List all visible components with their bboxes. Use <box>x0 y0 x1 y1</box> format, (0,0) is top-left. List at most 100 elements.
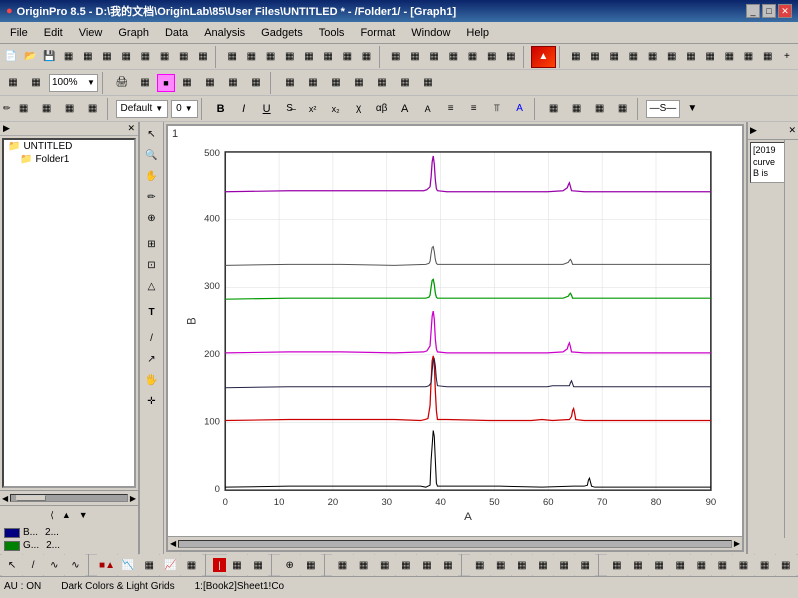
bb-btn-35[interactable]: ▦ <box>776 554 796 576</box>
graph-scroll-left[interactable]: ◀ <box>168 539 178 548</box>
project-folder[interactable]: 📁 Folder1 <box>4 153 134 166</box>
tb2-btn-14[interactable]: ▦ <box>394 72 416 94</box>
tb-btn-20[interactable]: ▦ <box>387 46 405 68</box>
fmt-btn-4[interactable]: ▦ <box>82 98 104 120</box>
decrease-font-button[interactable]: A <box>417 98 439 120</box>
tb-btn-29[interactable]: ▦ <box>605 46 623 68</box>
mask-tool[interactable]: △ <box>142 276 162 296</box>
bb-btn-23[interactable]: ▦ <box>512 554 532 576</box>
bb-btn-31[interactable]: ▦ <box>691 554 711 576</box>
strikethrough-button[interactable]: S̶ <box>279 98 301 120</box>
zoom-tool[interactable]: 🔍 <box>142 145 162 165</box>
menu-analysis[interactable]: Analysis <box>196 23 253 43</box>
bb-btn-9[interactable]: ▦ <box>181 554 201 576</box>
bb-btn-12[interactable]: ▦ <box>248 554 268 576</box>
font-selector[interactable]: Default ▼ <box>116 100 169 118</box>
tb2-btn-6[interactable]: ▦ <box>199 72 221 94</box>
tb-btn-17[interactable]: ▦ <box>319 46 337 68</box>
fmt-btn-extra-3[interactable]: ▦ <box>589 98 611 120</box>
right-vscroll[interactable] <box>784 140 798 538</box>
bb-btn-32[interactable]: ▦ <box>712 554 732 576</box>
tb2-btn-9[interactable]: ▦ <box>279 72 301 94</box>
menu-format[interactable]: Format <box>352 23 403 43</box>
style-input[interactable]: —S— <box>646 100 681 118</box>
bb-btn-16[interactable]: ▦ <box>354 554 374 576</box>
tb-btn-34[interactable]: ▦ <box>701 46 719 68</box>
font-dropdown-icon[interactable]: ▼ <box>155 104 163 113</box>
tb-btn-33[interactable]: ▦ <box>682 46 700 68</box>
bb-btn-5[interactable]: ■▲ <box>97 554 117 576</box>
tb-btn-16[interactable]: ▦ <box>300 46 318 68</box>
menu-edit[interactable]: Edit <box>36 23 71 43</box>
menu-file[interactable]: File <box>2 23 36 43</box>
tb-btn-32[interactable]: ▦ <box>663 46 681 68</box>
increase-font-button[interactable]: A <box>394 98 416 120</box>
menu-gadgets[interactable]: Gadgets <box>253 23 311 43</box>
pointer-tool[interactable]: ↖ <box>142 124 162 144</box>
tb2-btn-3[interactable]: ▦ <box>134 72 156 94</box>
print-button[interactable]: 🖨 <box>111 72 133 94</box>
bb-btn-27[interactable]: ▦ <box>607 554 627 576</box>
new-button[interactable]: 📄 <box>2 46 20 68</box>
bb-btn-3[interactable]: ∿ <box>44 554 64 576</box>
fmt-btn-2[interactable]: ▦ <box>36 98 58 120</box>
move-tool[interactable]: ✛ <box>142 391 162 411</box>
tb-btn-31[interactable]: ▦ <box>643 46 661 68</box>
tb2-btn-15[interactable]: ▦ <box>417 72 439 94</box>
tb-btn-24[interactable]: ▦ <box>463 46 481 68</box>
bb-btn-30[interactable]: ▦ <box>670 554 690 576</box>
scroll-thumb[interactable] <box>10 494 128 502</box>
scale-tool[interactable]: ⊕ <box>142 208 162 228</box>
bb-btn-34[interactable]: ▦ <box>755 554 775 576</box>
tb-btn-14[interactable]: ▦ <box>261 46 279 68</box>
save-button[interactable]: 💾 <box>40 46 58 68</box>
bb-btn-10[interactable]: | <box>213 558 226 572</box>
nav-first[interactable]: ⟨ <box>48 510 56 521</box>
tb-btn-35[interactable]: ▦ <box>720 46 738 68</box>
greek-button[interactable]: αβ <box>371 98 393 120</box>
tb-btn-8[interactable]: ▦ <box>136 46 154 68</box>
draw-tool[interactable]: ✏ <box>142 187 162 207</box>
line-tool[interactable]: / <box>142 328 162 348</box>
data-selector[interactable]: ⊞ <box>142 234 162 254</box>
layer-item-2[interactable]: G... 2... <box>2 539 136 552</box>
tb2-btn-10[interactable]: ▦ <box>302 72 324 94</box>
tb-btn-11[interactable]: ▦ <box>194 46 212 68</box>
zoom-input[interactable]: ▼ <box>49 74 98 92</box>
bb-btn-17[interactable]: ▦ <box>375 554 395 576</box>
zoom-dropdown[interactable]: ▼ <box>87 78 95 87</box>
tb-btn-18[interactable]: ▦ <box>338 46 356 68</box>
bb-btn-29[interactable]: ▦ <box>649 554 669 576</box>
tb-btn-21[interactable]: ▦ <box>406 46 424 68</box>
tb-btn-37[interactable]: ▦ <box>759 46 777 68</box>
nav-prev[interactable]: ▲ <box>60 510 73 520</box>
underline-button[interactable]: U <box>256 98 278 120</box>
line-spacing-button[interactable]: ≡ <box>463 98 485 120</box>
italic-button[interactable]: I <box>233 98 255 120</box>
fmt-btn-3[interactable]: ▦ <box>59 98 81 120</box>
tb2-btn-8[interactable]: ▦ <box>245 72 267 94</box>
bb-btn-2[interactable]: / <box>23 554 43 576</box>
tb2-btn-11[interactable]: ▦ <box>325 72 347 94</box>
bb-btn-6[interactable]: 📉 <box>118 554 138 576</box>
tb-btn-27[interactable]: ▦ <box>567 46 585 68</box>
bb-btn-22[interactable]: ▦ <box>491 554 511 576</box>
bb-btn-15[interactable]: ▦ <box>332 554 352 576</box>
pan-tool[interactable]: ✋ <box>142 166 162 186</box>
tb2-btn-2[interactable]: ▦ <box>25 72 47 94</box>
fmt-special-1[interactable]: ⫪ <box>486 98 508 120</box>
bb-btn-8[interactable]: 📈 <box>160 554 180 576</box>
bb-btn-25[interactable]: ▦ <box>554 554 574 576</box>
nav-next[interactable]: ▼ <box>77 510 90 520</box>
zoom-value[interactable] <box>52 77 87 88</box>
open-button[interactable]: 📂 <box>21 46 39 68</box>
bb-btn-13[interactable]: ⊕ <box>280 554 300 576</box>
bb-btn-14[interactable]: ▦ <box>301 554 321 576</box>
tb2-btn-5[interactable]: ▦ <box>176 72 198 94</box>
bold-button[interactable]: B <box>210 98 232 120</box>
bb-btn-33[interactable]: ▦ <box>733 554 753 576</box>
fmt-btn-extra-1[interactable]: ▦ <box>543 98 565 120</box>
fmt-btn-extra-2[interactable]: ▦ <box>566 98 588 120</box>
size-dropdown-icon[interactable]: ▼ <box>185 104 193 113</box>
menu-tools[interactable]: Tools <box>311 23 353 43</box>
